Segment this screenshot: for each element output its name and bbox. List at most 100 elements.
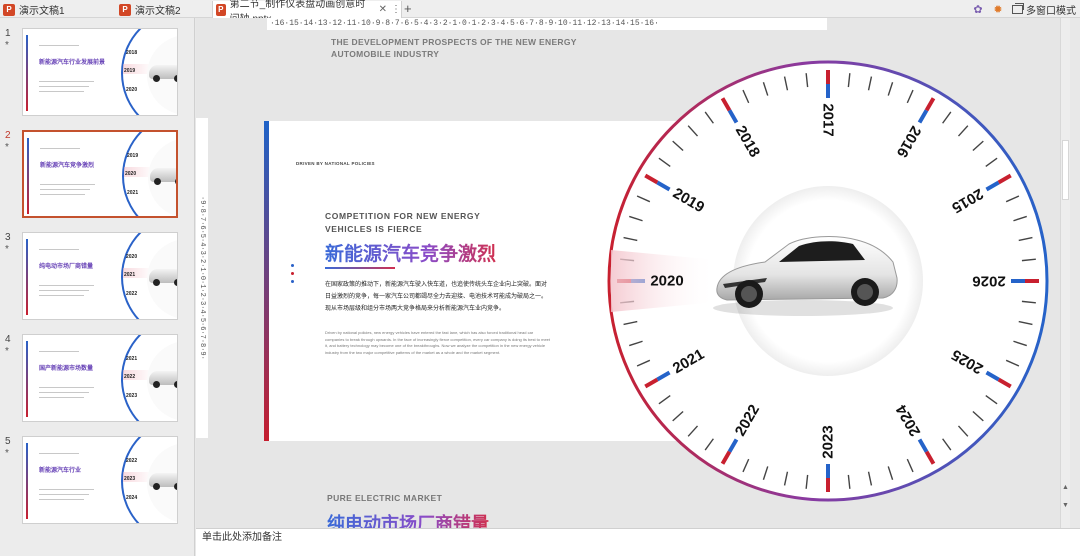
slide-number: 1: [5, 28, 11, 39]
thumbnail-line: [39, 249, 79, 250]
scroll-up-icon[interactable]: ▲: [1062, 484, 1069, 491]
tab-label: 演示文稿2: [135, 6, 181, 17]
tab-document-active[interactable]: P 第二节_制作仪表盘动画创意时间轴.pptx ✕ ⋮: [212, 0, 402, 25]
slide-kicker: DRIVEN BY NATIONAL POLICIES: [296, 161, 375, 166]
slide-thumbnail-panel[interactable]: 1 * 新能源汽车行业发展前景 2018 2019 2020 2 * 新能源汽车竞争激烈 2019…: [0, 18, 195, 556]
animation-marker: *: [5, 346, 9, 357]
thumbnail-line: [39, 392, 89, 393]
scroll-down-icon[interactable]: ▼: [1062, 502, 1069, 509]
tab-document-1[interactable]: P 演示文稿1: [0, 1, 118, 18]
scrollbar-thumb[interactable]: [1062, 140, 1069, 200]
thumbnail-line: [39, 387, 94, 388]
tab-document-2[interactable]: P 演示文稿2: [116, 1, 212, 18]
powerpoint-icon: P: [119, 3, 131, 16]
thumbnail-accent-bar: [27, 138, 29, 214]
dial-year-label: 2017: [820, 103, 837, 136]
slide-editor[interactable]: ·16·15·14·13·12·11·10·9·8·7·6·5·4·3·2·1·…: [196, 18, 1070, 528]
next-slide-subtitle: PURE ELECTRIC MARKET: [327, 493, 443, 503]
thumbnail-car-image: [150, 168, 176, 185]
thumbnail-accent-bar: [26, 239, 28, 315]
thumbnail-line: [39, 499, 84, 500]
animation-marker: *: [5, 40, 9, 51]
thumbnail-car-image: [149, 269, 177, 286]
next-slide-title: 纯电动市场厂商错量: [327, 510, 489, 528]
notes-pane[interactable]: 单击此处添加备注: [196, 528, 1080, 556]
powerpoint-icon: P: [3, 3, 15, 16]
timeline-dial[interactable]: 2015201620172018201920202021202220232024…: [607, 60, 1049, 502]
animation-marker: *: [5, 244, 9, 255]
tab-bar: P 演示文稿1 P 演示文稿2 P 第二节_制作仪表盘动画创意时间轴.pptx …: [0, 0, 1080, 25]
slide-number: 3: [5, 232, 11, 243]
thumbnail-car-image: [149, 371, 177, 388]
slide-number: 5: [5, 436, 11, 447]
thumbnail-line: [39, 45, 79, 46]
thumbnail-year: 2024: [126, 495, 138, 501]
thumbnail-year: 2020: [126, 87, 138, 93]
new-tab-button[interactable]: +: [404, 1, 412, 17]
slide-body-english: Driven by national policies, new energy …: [325, 330, 551, 355]
thumbnail-car-image: [149, 473, 177, 490]
thumbnail-card[interactable]: 新能源汽车行业发展前景 2018 2019 2020: [22, 28, 178, 116]
thumbnail-accent-bar: [26, 341, 28, 417]
thumbnail-line: [39, 453, 79, 454]
thumbnail-year: 2022: [126, 458, 138, 464]
thumbnail-accent-bar: [26, 35, 28, 111]
thumbnail-year: 2019: [127, 153, 139, 159]
previous-slide-heading: THE DEVELOPMENT PROSPECTS OF THE NEW ENE…: [331, 37, 577, 59]
settings-icon[interactable]: ✹: [992, 3, 1004, 16]
thumbnail-year: 2019: [124, 68, 136, 74]
slide-title: 新能源汽车竞争激烈: [325, 239, 496, 266]
thumbnail-title: 纯电动市场厂商错量: [39, 264, 94, 270]
thumbnail-year: 2021: [126, 356, 138, 362]
thumbnail-line: [40, 148, 80, 149]
thumbnail-line: [39, 290, 89, 291]
thumbnail-year: 2020: [125, 171, 137, 177]
horizontal-ruler: ·16·15·14·13·12·11·10·9·8·7·6·5·4·3·2·1·…: [267, 18, 827, 30]
thumbnail-line: [39, 295, 84, 296]
thumbnail-year: 2021: [124, 272, 136, 278]
thumbnail-year: 2022: [124, 374, 136, 380]
thumbnail-year: 2023: [124, 476, 136, 482]
thumbnail-card[interactable]: 新能源汽车竞争激烈 2019 2020 2021: [22, 130, 178, 218]
thumbnail-year: 2020: [126, 254, 138, 260]
close-icon[interactable]: ✕: [379, 4, 387, 15]
thumbnail-line: [39, 285, 94, 286]
dial-year-label: 2023: [820, 425, 837, 458]
decorative-dots: [291, 264, 297, 288]
multi-window-label: 多窗口模式: [1026, 5, 1076, 17]
thumbnail-car-image: [149, 65, 177, 82]
thumbnail-line: [39, 81, 94, 82]
thumbnail-line: [39, 351, 79, 352]
thumbnail-line: [39, 86, 89, 87]
thumbnail-year: 2022: [126, 291, 138, 297]
thumbnail-accent-bar: [26, 443, 28, 519]
animation-marker: *: [5, 448, 9, 459]
thumbnail-title: 新能源汽车竞争激烈: [40, 163, 95, 169]
thumbnail-line: [40, 184, 95, 185]
dial-year-label: 2026: [972, 273, 1005, 290]
thumbnail-title: 国产新能源市场数量: [39, 366, 94, 372]
slide-body-chinese: 在国家政策的推动下，新能源汽车驶入快车道，也追使传统头车企业向上突破。面对日益激…: [325, 282, 548, 312]
title-underline: [325, 267, 395, 269]
tab-label: 演示文稿1: [19, 6, 65, 17]
thumbnail-year: 2021: [127, 190, 139, 196]
skin-icon[interactable]: ✿: [972, 3, 984, 16]
notes-placeholder: 单击此处添加备注: [202, 532, 282, 543]
multi-window-button[interactable]: 多窗口模式: [1012, 2, 1076, 17]
thumbnail-title: 新能源汽车行业发展前景: [39, 60, 106, 66]
thumbnail-line: [40, 194, 85, 195]
thumbnail-year: 2018: [126, 50, 138, 56]
accent-bar: [264, 121, 269, 441]
thumbnail-card[interactable]: 新能源汽车行业 2022 2023 2024: [22, 436, 178, 524]
slide-number: 4: [5, 334, 11, 345]
slide-subtitle: COMPETITION FOR NEW ENERGY VEHICLES IS F…: [325, 211, 481, 234]
thumbnail-title: 新能源汽车行业: [39, 468, 82, 474]
thumbnail-line: [39, 397, 84, 398]
thumbnail-card[interactable]: 纯电动市场厂商错量 2020 2021 2022: [22, 232, 178, 320]
thumbnail-card[interactable]: 国产新能源市场数量 2021 2022 2023: [22, 334, 178, 422]
powerpoint-icon: P: [216, 3, 226, 16]
thumbnail-line: [39, 494, 89, 495]
more-menu-icon[interactable]: ⋮: [391, 4, 401, 15]
vertical-scrollbar[interactable]: ▲ ▼: [1060, 18, 1070, 528]
thumbnail-line: [39, 489, 94, 490]
